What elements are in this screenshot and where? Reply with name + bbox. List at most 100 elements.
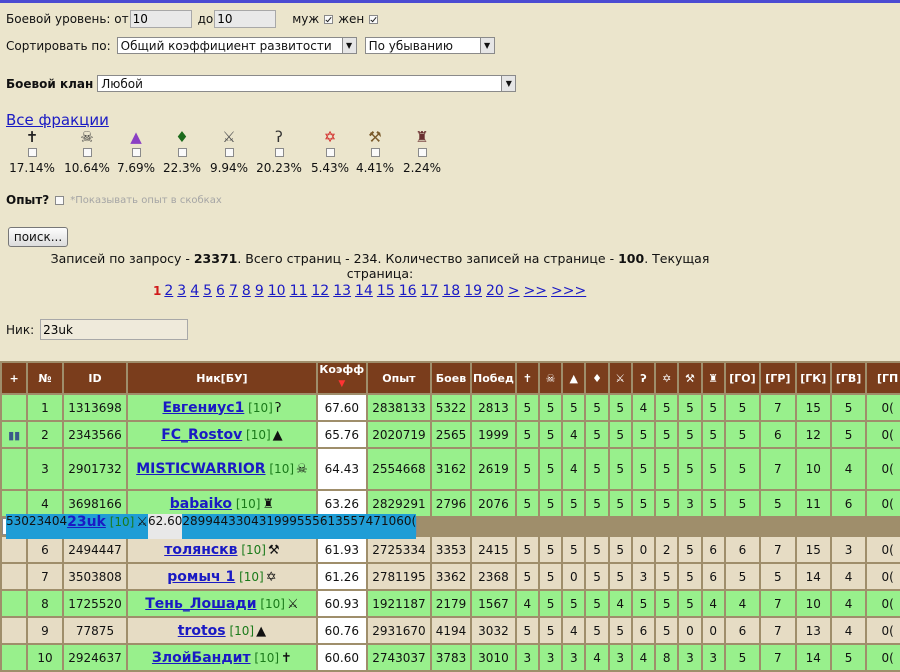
table-row[interactable]: 5 3023404 23uk [10] ⚔ 62.60 2899443 3043 1999 5 5… [2, 514, 418, 539]
faction-score: 5 [516, 618, 538, 643]
faction-checkbox[interactable] [132, 148, 141, 157]
battles: 2565 [431, 422, 471, 447]
faction-score: 2 [656, 537, 678, 562]
player-nick-link[interactable]: толянскв [164, 542, 237, 558]
faction-percent: 4.41% [355, 161, 395, 175]
faction-checkbox[interactable] [418, 148, 427, 157]
all-factions-link[interactable]: Все фракции [6, 111, 109, 129]
battles: 3783 [431, 645, 471, 670]
table-row[interactable]: 7 3503808 ромыч 1 [10] ✡ 61.26 2781195 3362 236… [2, 564, 900, 589]
player-nick-link[interactable]: FC_Rostov [161, 427, 242, 443]
table-row[interactable]: 1 1313698 Евгениус1 [10] ʔ 67.60 2838133 5322 2… [2, 395, 900, 420]
search-button[interactable]: поиск... [8, 227, 68, 247]
player-nick-link[interactable]: Тень_Лошади [145, 596, 256, 612]
player-nick-link[interactable]: ромыч 1 [167, 569, 235, 585]
table-row[interactable]: 6 2494447 толянскв [10] ⚒ 61.93 2725334 3353 24… [2, 537, 900, 562]
faction-checkbox[interactable] [28, 148, 37, 157]
guild-score: 5 [725, 395, 760, 420]
level-to-input[interactable] [214, 10, 277, 28]
faction-score: 5 [516, 449, 538, 489]
faction-score: 5 [586, 591, 608, 616]
page-link[interactable]: 20 [486, 283, 504, 299]
faction-score: 0 [679, 618, 701, 643]
page-link[interactable]: 19 [464, 283, 482, 299]
page-link[interactable]: 6 [216, 283, 225, 299]
guild-score: 5 [831, 395, 866, 420]
player-nick-link[interactable]: Евгениус1 [162, 400, 244, 416]
page-link[interactable]: >> [524, 283, 547, 299]
faction-score: 5 [516, 491, 538, 516]
level-from-label: Боевой уровень: от [6, 12, 129, 26]
page-link[interactable]: 12 [311, 283, 329, 299]
faction-checkbox[interactable] [326, 148, 335, 157]
player-nick-link[interactable]: babaiko [170, 496, 232, 512]
battles: 3362 [431, 564, 471, 589]
page-link[interactable]: 10 [268, 283, 286, 299]
wins: 2076 [472, 491, 515, 516]
sort-by-select[interactable]: Общий коэффициент развитости ▼ [116, 37, 357, 54]
faction-checkbox[interactable] [371, 148, 380, 157]
page-link[interactable]: 17 [421, 283, 439, 299]
chart-icon[interactable]: ▮▮ [8, 429, 20, 442]
faction-score: 5 [539, 422, 562, 447]
sort-order-select[interactable]: По убыванию ▼ [364, 37, 495, 54]
male-checkbox[interactable] [324, 14, 334, 24]
faction-score: 1 [327, 514, 336, 539]
table-row[interactable]: 4 3698166 babaiko [10] ♜ 63.26 2829291 2796 207… [2, 491, 900, 516]
page-link[interactable]: > [508, 283, 520, 299]
wins: 1999 [266, 514, 297, 539]
guild-score: 0( [867, 591, 900, 616]
player-nick-link[interactable]: MISTICWARRIOR [136, 461, 265, 477]
page-link[interactable]: 4 [190, 283, 199, 299]
page-link[interactable]: 18 [442, 283, 460, 299]
player-nick-link[interactable]: 23uk [67, 514, 106, 530]
page-link[interactable]: 2 [164, 283, 173, 299]
guild-score: 14 [796, 645, 830, 670]
player-nick-link[interactable]: ЗлойБандит [152, 650, 251, 666]
table-row[interactable]: 8 1725520 Тень_Лошади [10] ⚔ 60.93 1921187 217… [2, 591, 900, 616]
page-link[interactable]: 9 [255, 283, 264, 299]
player-nick-link[interactable]: trotos [178, 623, 226, 639]
faction-checkbox[interactable] [225, 148, 234, 157]
faction-percent: 10.64% [64, 161, 110, 175]
faction-checkbox[interactable] [83, 148, 92, 157]
page-link[interactable]: >>> [551, 283, 586, 299]
experience: 1921187 [368, 591, 430, 616]
faction-checkbox[interactable] [275, 148, 284, 157]
faction-score: 4 [702, 591, 724, 616]
nick-input[interactable] [40, 319, 189, 340]
table-row[interactable]: ▮▮ 2 2343566 FC_Rostov [10] ▲ 65.76 2020719 256… [2, 422, 900, 447]
faction-score: 5 [304, 514, 313, 539]
clan-select[interactable]: Любой ▼ [97, 75, 517, 92]
page-link[interactable]: 13 [333, 283, 351, 299]
guild-score: 6 [725, 537, 760, 562]
table-row[interactable]: 3 2901732 MISTICWARRIOR [10] ☠ 64.43 2554668 3… [2, 449, 900, 489]
experience-checkbox[interactable] [55, 195, 65, 205]
page-link[interactable]: 3 [177, 283, 186, 299]
battles: 3353 [431, 537, 471, 562]
faction-score: 5 [679, 564, 701, 589]
table-row[interactable]: 10 2924637 ЗлойБандит [10] ✝ 60.60 2743037 378… [2, 645, 900, 670]
table-row[interactable]: 9 77875 trotos [10] ▲ 60.76 2931670 4194 3032 5 5… [2, 618, 900, 643]
faction-score: 3 [335, 514, 343, 539]
coefficient: 60.60 [317, 645, 367, 670]
faction-score: 4 [516, 591, 538, 616]
page-link[interactable]: 15 [377, 283, 395, 299]
faction-score: 5 [586, 449, 608, 489]
experience-hint: *Показывать опыт в скобках [70, 194, 222, 206]
column-header[interactable]: Коэфф ▼ [317, 363, 367, 393]
page-link[interactable]: 5 [203, 283, 212, 299]
guild-score: 5 [725, 491, 760, 516]
level-from-input[interactable] [129, 10, 192, 28]
guild-score: 4 [725, 591, 760, 616]
female-checkbox[interactable] [369, 14, 379, 24]
faction-score: 5 [656, 449, 678, 489]
faction-score: 5 [702, 491, 724, 516]
page-link[interactable]: 16 [399, 283, 417, 299]
page-link[interactable]: 7 [229, 283, 238, 299]
guild-score: 0( [403, 514, 417, 539]
page-link[interactable]: 11 [290, 283, 308, 299]
page-link[interactable]: 8 [242, 283, 251, 299]
page-link[interactable]: 14 [355, 283, 373, 299]
faction-checkbox[interactable] [178, 148, 187, 157]
